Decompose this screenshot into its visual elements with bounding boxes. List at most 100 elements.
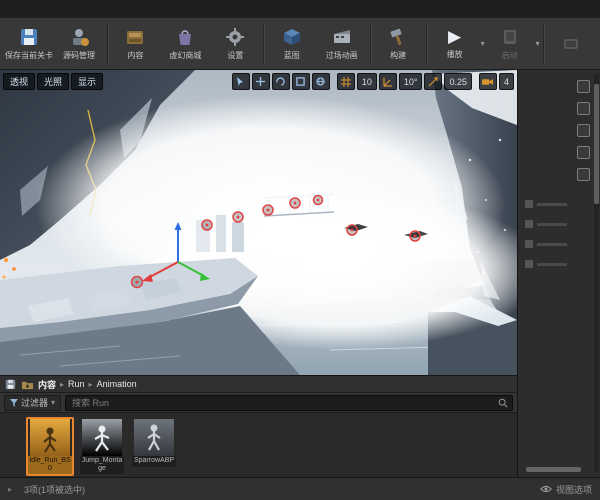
globe-icon — [316, 77, 325, 86]
montage-thumbnail — [82, 419, 122, 456]
device-button[interactable] — [546, 20, 596, 68]
cinematics-button[interactable]: 过场动画 — [317, 20, 367, 68]
grid-snap-toggle[interactable] — [336, 73, 355, 90]
import-folder-icon[interactable] — [21, 378, 34, 391]
show-flags-dropdown[interactable]: 显示 — [71, 73, 104, 90]
blueprints-icon — [283, 29, 300, 45]
launch-icon — [503, 30, 516, 44]
panel-row[interactable] — [525, 260, 567, 268]
cinematics-icon — [333, 30, 350, 43]
level-viewport[interactable]: 透视 光照 显示 10 10° 0.25 4 — [0, 70, 517, 375]
rotate-tool-button[interactable] — [271, 73, 290, 90]
world-local-toggle[interactable] — [311, 73, 330, 90]
device-icon — [563, 38, 578, 49]
panel-tab-icon[interactable] — [577, 80, 590, 93]
scale-snap-toggle[interactable] — [424, 73, 443, 90]
unreal-editor-window: 保存当前关卡 源码管理 内容 虚幻商城 设置 蓝图 过场动画 构建 ▶ 播放 ▾… — [0, 0, 600, 500]
animbp-thumbnail — [134, 419, 174, 456]
camera-speed-value[interactable]: 4 — [498, 73, 514, 90]
launch-button[interactable]: 启动 — [485, 20, 535, 68]
selection-status: 3项(1项被选中) — [24, 484, 86, 495]
cinematics-label: 过场动画 — [325, 51, 358, 60]
search-icon — [498, 398, 508, 408]
asset-thumbnail — [30, 419, 70, 456]
sources-panel-chevron-icon[interactable]: ▸ — [8, 485, 12, 494]
settings-icon — [226, 28, 245, 46]
settings-button[interactable]: 设置 — [210, 20, 260, 68]
breadcrumb-folder-animation[interactable]: Animation — [97, 379, 137, 389]
view-options-button[interactable]: 视图选项 — [540, 483, 592, 496]
lit-mode-dropdown[interactable]: 光照 — [37, 73, 70, 90]
breadcrumb-chevron-icon: ▸ — [60, 379, 65, 389]
eye-icon — [540, 485, 552, 493]
build-button[interactable]: 构建 — [373, 20, 423, 68]
move-tool-button[interactable] — [251, 73, 270, 90]
angle-snap-icon — [383, 77, 392, 87]
rotation-snap-value[interactable]: 10° — [398, 73, 423, 90]
rotation-snap-toggle[interactable] — [378, 73, 397, 90]
show-label: 显示 — [78, 77, 97, 87]
panel-tab-icon[interactable] — [577, 124, 590, 137]
panel-tab-strip — [577, 80, 590, 181]
camera-icon — [482, 79, 494, 85]
panel-row[interactable] — [525, 220, 567, 228]
panel-row[interactable] — [525, 200, 567, 208]
filters-caret-icon: ▾ — [51, 398, 56, 407]
settings-label: 设置 — [227, 51, 244, 60]
camera-speed-button[interactable] — [478, 73, 497, 90]
window-tab-strip — [0, 0, 600, 19]
marketplace-icon — [179, 30, 192, 45]
scale-tool-button[interactable] — [291, 73, 310, 90]
asset-name: Jump_Montage — [80, 456, 124, 474]
scale-snap-value[interactable]: 0.25 — [444, 73, 472, 90]
perspective-label: 透视 — [10, 77, 29, 87]
panel-tab-icon[interactable] — [577, 146, 590, 159]
panel-scrollbar[interactable] — [594, 74, 599, 472]
asset-tile-jump-montage[interactable]: Jump_Montage — [78, 417, 126, 476]
panel-tab-icon[interactable] — [577, 102, 590, 115]
grid-snap-value[interactable]: 10 — [356, 73, 377, 90]
lit-label: 光照 — [44, 77, 63, 87]
blendspace-thumbnail — [30, 419, 70, 456]
asset-tile-idle-run[interactable]: Idle_Run_BS0 — [26, 417, 74, 476]
save-all-icon[interactable] — [4, 378, 17, 391]
panel-row[interactable] — [525, 240, 567, 248]
content-browser-filter-bar: 过滤器 ▾ — [0, 393, 517, 413]
scale-icon — [296, 77, 306, 86]
breadcrumb-root[interactable]: 内容 — [38, 378, 56, 391]
breadcrumb-folder-run[interactable]: Run — [68, 379, 85, 389]
right-dock-panel — [517, 70, 600, 477]
save-level-button[interactable]: 保存当前关卡 — [4, 20, 54, 68]
asset-thumbnail — [134, 419, 174, 456]
perspective-dropdown[interactable]: 透视 — [3, 73, 36, 90]
marketplace-button[interactable]: 虚幻商城 — [160, 20, 210, 68]
funnel-icon — [10, 398, 18, 407]
content-button[interactable]: 内容 — [110, 20, 160, 68]
breadcrumb-chevron-icon: ▸ — [88, 379, 93, 389]
source-control-label: 源码管理 — [63, 51, 95, 60]
asset-search-input[interactable] — [70, 396, 494, 409]
play-button[interactable]: ▶ 播放 — [430, 20, 480, 68]
build-label: 构建 — [390, 51, 407, 60]
build-icon — [390, 28, 402, 46]
content-browser-breadcrumb-bar: 内容 ▸ Run ▸ Animation — [0, 375, 517, 393]
blueprints-button[interactable]: 蓝图 — [267, 20, 317, 68]
rotate-icon — [276, 77, 285, 86]
panel-horizontal-scrollbar[interactable] — [526, 467, 581, 472]
move-icon — [256, 77, 266, 86]
select-tool-button[interactable] — [231, 73, 250, 90]
content-label: 内容 — [127, 51, 144, 60]
play-label: 播放 — [446, 50, 463, 59]
launch-options-caret-icon[interactable]: ▾ — [536, 39, 540, 48]
filters-button[interactable]: 过滤器 ▾ — [4, 394, 62, 411]
source-control-button[interactable]: 源码管理 — [54, 20, 104, 68]
marketplace-label: 虚幻商城 — [169, 51, 202, 60]
panel-tab-icon[interactable] — [577, 168, 590, 181]
cursor-icon — [237, 77, 244, 86]
main-toolbar: 保存当前关卡 源码管理 内容 虚幻商城 设置 蓝图 过场动画 构建 ▶ 播放 ▾… — [0, 18, 600, 70]
grid-snap-icon — [340, 76, 351, 87]
asset-thumbnail — [82, 419, 122, 456]
content-icon — [127, 31, 144, 44]
play-icon: ▶ — [448, 27, 462, 46]
asset-tile-sparrow-abp[interactable]: SparrowABP — [130, 417, 178, 469]
